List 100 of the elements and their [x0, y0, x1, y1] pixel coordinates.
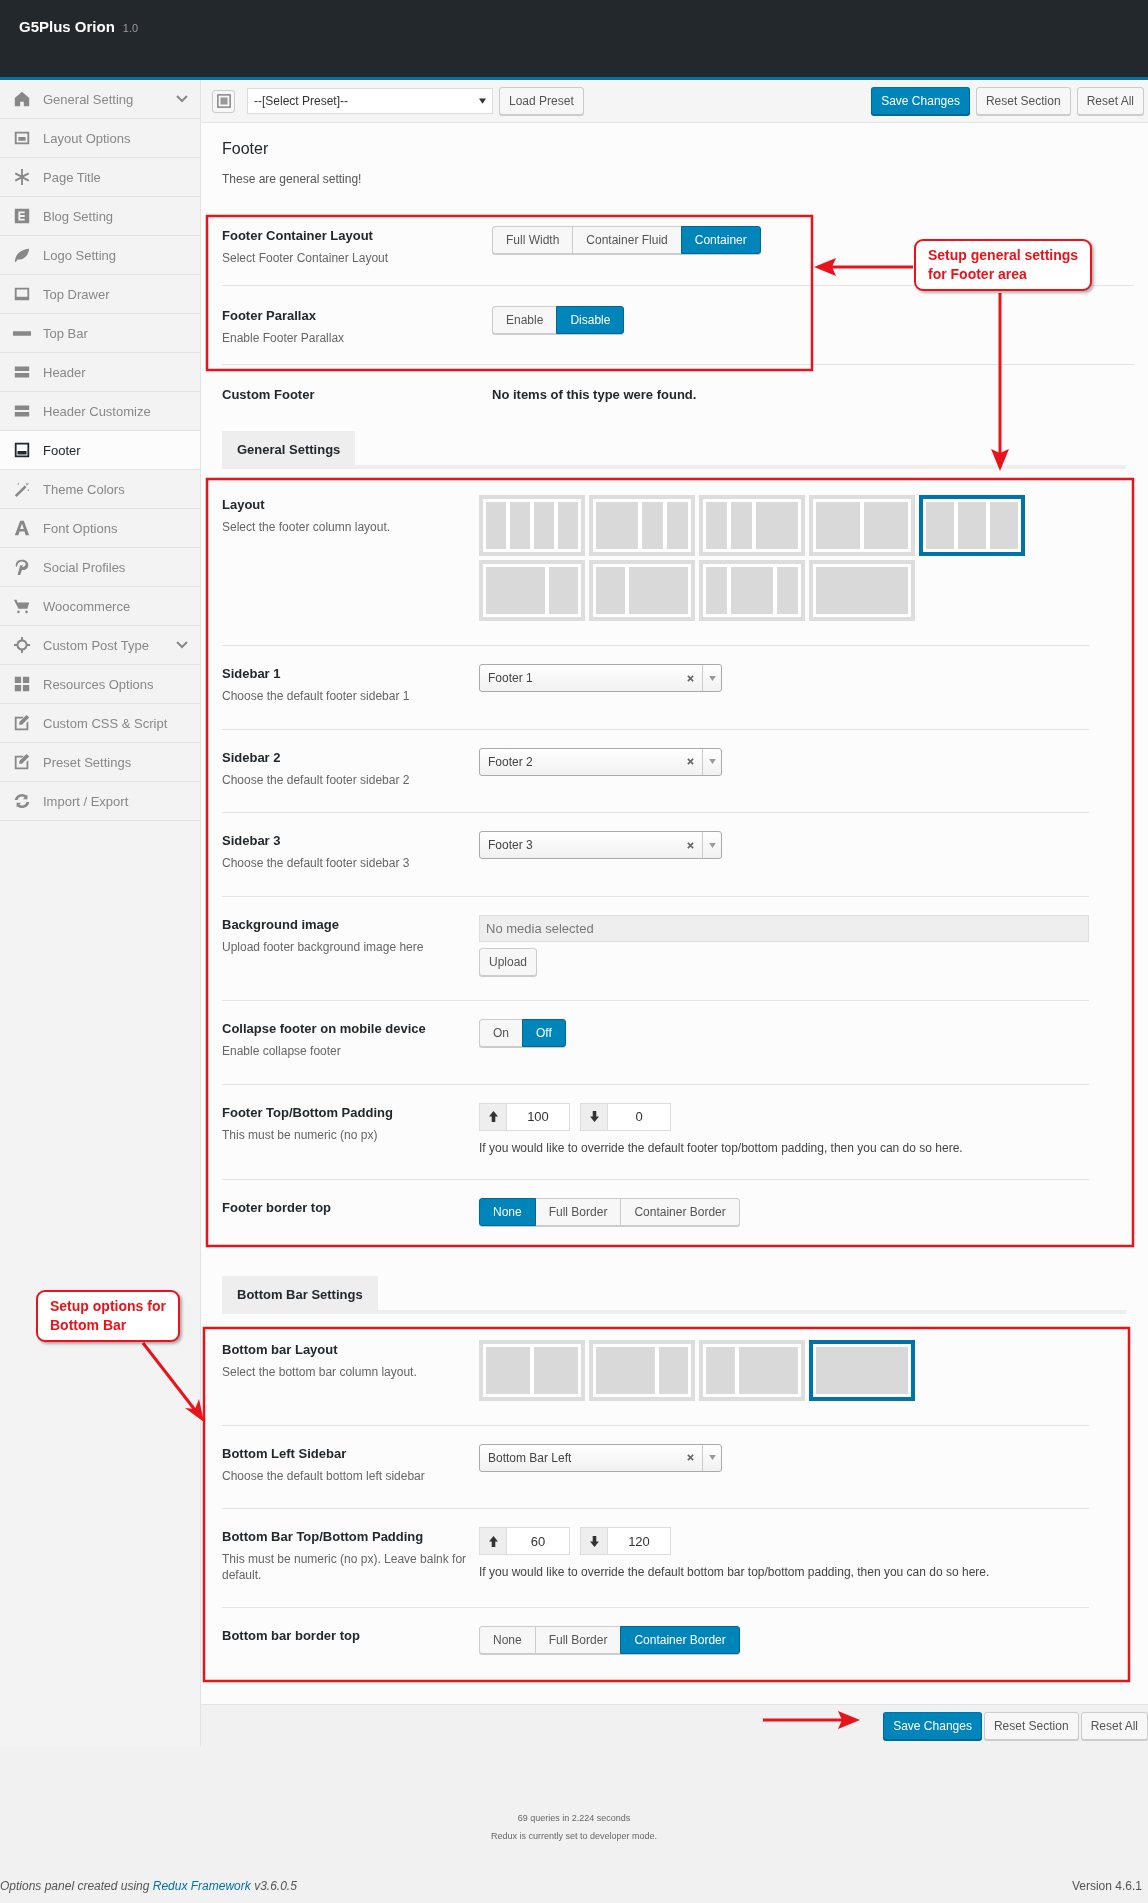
option-button[interactable]: Container Border	[620, 1626, 740, 1655]
field-title: Collapse footer on mobile device	[222, 1020, 427, 1036]
footer-layout-icon	[13, 441, 31, 459]
monitor-icon	[13, 285, 31, 303]
field-description: Select Footer Container Layout	[222, 251, 390, 267]
field-title: Bottom bar border top	[222, 1628, 361, 1644]
empty-message: No items of this type were found.	[492, 386, 698, 403]
option-button[interactable]: Enable	[492, 305, 558, 334]
field-title: Custom Footer	[222, 387, 316, 403]
grid-icon	[13, 675, 31, 693]
sidebar-select[interactable]: Bottom Bar Left	[479, 1443, 722, 1472]
cart-icon	[13, 597, 31, 615]
layout-toggle-button[interactable]	[212, 89, 235, 113]
section-description: These are general setting!	[222, 172, 363, 186]
column-layout-option[interactable]	[809, 1339, 915, 1401]
field-description: Choose the default footer sidebar 3	[222, 856, 411, 872]
bar-icon	[13, 330, 31, 336]
field-hint: If you would like to override the default footer top/bottom padding, then you can do so here.	[479, 1140, 964, 1155]
field-title: Footer border top	[222, 1199, 333, 1215]
field-title: Background image	[222, 916, 341, 932]
number-field[interactable]: 0	[580, 1102, 671, 1131]
clear-icon[interactable]	[687, 1454, 694, 1462]
option-button[interactable]: Full Border	[534, 1626, 622, 1655]
caret-icon	[708, 675, 716, 681]
number-field[interactable]: 100	[479, 1102, 570, 1131]
field-title: Sidebar 1	[222, 666, 282, 682]
sidebar-select[interactable]: Footer 3	[479, 831, 722, 860]
edit-icon	[13, 714, 31, 732]
field-title: Bottom Bar Top/Bottom Padding	[222, 1529, 425, 1545]
action-button[interactable]: Reset All	[1076, 87, 1144, 115]
field-description: This must be numeric (no px)	[222, 1127, 379, 1144]
load-preset-button[interactable]: Load Preset	[499, 87, 584, 115]
media-url-field[interactable]: No media selected	[479, 914, 1089, 942]
sidebar-item[interactable]: Footer	[0, 431, 200, 470]
version-text: Version 4.6.1	[1071, 1879, 1142, 1894]
arrow-down-icon	[589, 1111, 599, 1123]
preset-select[interactable]: --[Select Preset]--	[247, 88, 493, 114]
action-button[interactable]: Reset All	[1080, 1712, 1148, 1741]
option-button[interactable]: On	[479, 1018, 523, 1047]
sidebar-select[interactable]: Footer 1	[479, 664, 722, 693]
clear-icon[interactable]	[687, 674, 694, 682]
option-button[interactable]: Container Fluid	[572, 226, 682, 254]
option-button[interactable]: None	[479, 1197, 536, 1226]
column-layout-option[interactable]	[919, 495, 1025, 557]
field-description: Enable collapse footer	[222, 1043, 342, 1060]
crosshair-icon	[13, 636, 31, 654]
field-description: This must be numeric (no px). Leave balnk for default.	[222, 1552, 468, 1584]
field-description: Choose the default bottom left sidebar	[222, 1468, 426, 1485]
option-button[interactable]: Disable	[556, 305, 625, 334]
field-description: Upload footer background image here	[222, 939, 425, 956]
field-description: Select the footer column layout.	[222, 520, 392, 536]
option-button[interactable]: Full Width	[492, 226, 574, 254]
caret-icon	[708, 759, 716, 765]
debug-info: 69 queries in 2.224 seconds	[517, 1813, 631, 1824]
number-field[interactable]: 120	[580, 1527, 671, 1556]
section-tab[interactable]: General Settings	[222, 431, 356, 466]
field-description: Choose the default footer sidebar 2	[222, 772, 411, 789]
option-button[interactable]: Off	[522, 1018, 566, 1047]
option-button[interactable]: Container Border	[620, 1197, 740, 1226]
caret-icon	[479, 98, 486, 104]
clear-icon[interactable]	[687, 841, 694, 849]
clear-icon[interactable]	[687, 758, 694, 766]
refresh-icon	[13, 792, 31, 810]
arrow-up-icon	[488, 1111, 498, 1123]
number-field[interactable]: 60	[479, 1527, 570, 1556]
option-button[interactable]: Container	[680, 226, 761, 254]
field-title: Layout	[222, 497, 266, 513]
action-button[interactable]: Reset Section	[983, 1712, 1079, 1741]
arrow-up-icon	[488, 1535, 498, 1547]
field-title: Footer Parallax	[222, 307, 317, 323]
section-tab[interactable]: Bottom Bar Settings	[222, 1275, 378, 1310]
field-hint: If you would like to override the default bottom bar top/bottom padding, then you can do so here.	[479, 1565, 991, 1580]
action-button[interactable]: Reset Section	[975, 87, 1071, 115]
document-icon	[13, 207, 31, 225]
caret-icon	[708, 1455, 716, 1461]
app-title: G5Plus Orion	[19, 18, 115, 35]
field-description: Choose the default footer sidebar 1	[222, 689, 411, 705]
option-button[interactable]: Full Border	[534, 1197, 622, 1226]
debug-info: Redux is currently set to developer mode.	[490, 1831, 658, 1842]
section-title: Footer	[222, 139, 270, 158]
field-title: Bottom bar Layout	[222, 1341, 339, 1357]
font-icon	[13, 519, 31, 537]
option-button[interactable]: None	[479, 1626, 536, 1655]
callout: Setup general settings for Footer area	[914, 239, 1093, 291]
field-title: Sidebar 3	[222, 833, 282, 849]
field-title: Bottom Left Sidebar	[222, 1445, 348, 1461]
upload-button[interactable]: Upload	[479, 947, 538, 976]
field-description: Enable Footer Parallax	[222, 330, 346, 347]
sidebar-select[interactable]: Footer 2	[479, 747, 722, 776]
action-button[interactable]: Save Changes	[871, 87, 970, 115]
arrow-down-icon	[589, 1535, 599, 1547]
layout-icon	[13, 129, 31, 147]
framework-link[interactable]: Redux Framework	[152, 1879, 251, 1894]
field-title: Sidebar 2	[222, 749, 282, 765]
version-label: 1.0	[122, 22, 139, 34]
wand-icon	[13, 480, 31, 498]
action-button[interactable]: Save Changes	[883, 1712, 982, 1741]
asterisk-icon	[13, 168, 31, 186]
field-title: Footer Container Layout	[222, 228, 374, 243]
home-icon	[13, 90, 31, 108]
